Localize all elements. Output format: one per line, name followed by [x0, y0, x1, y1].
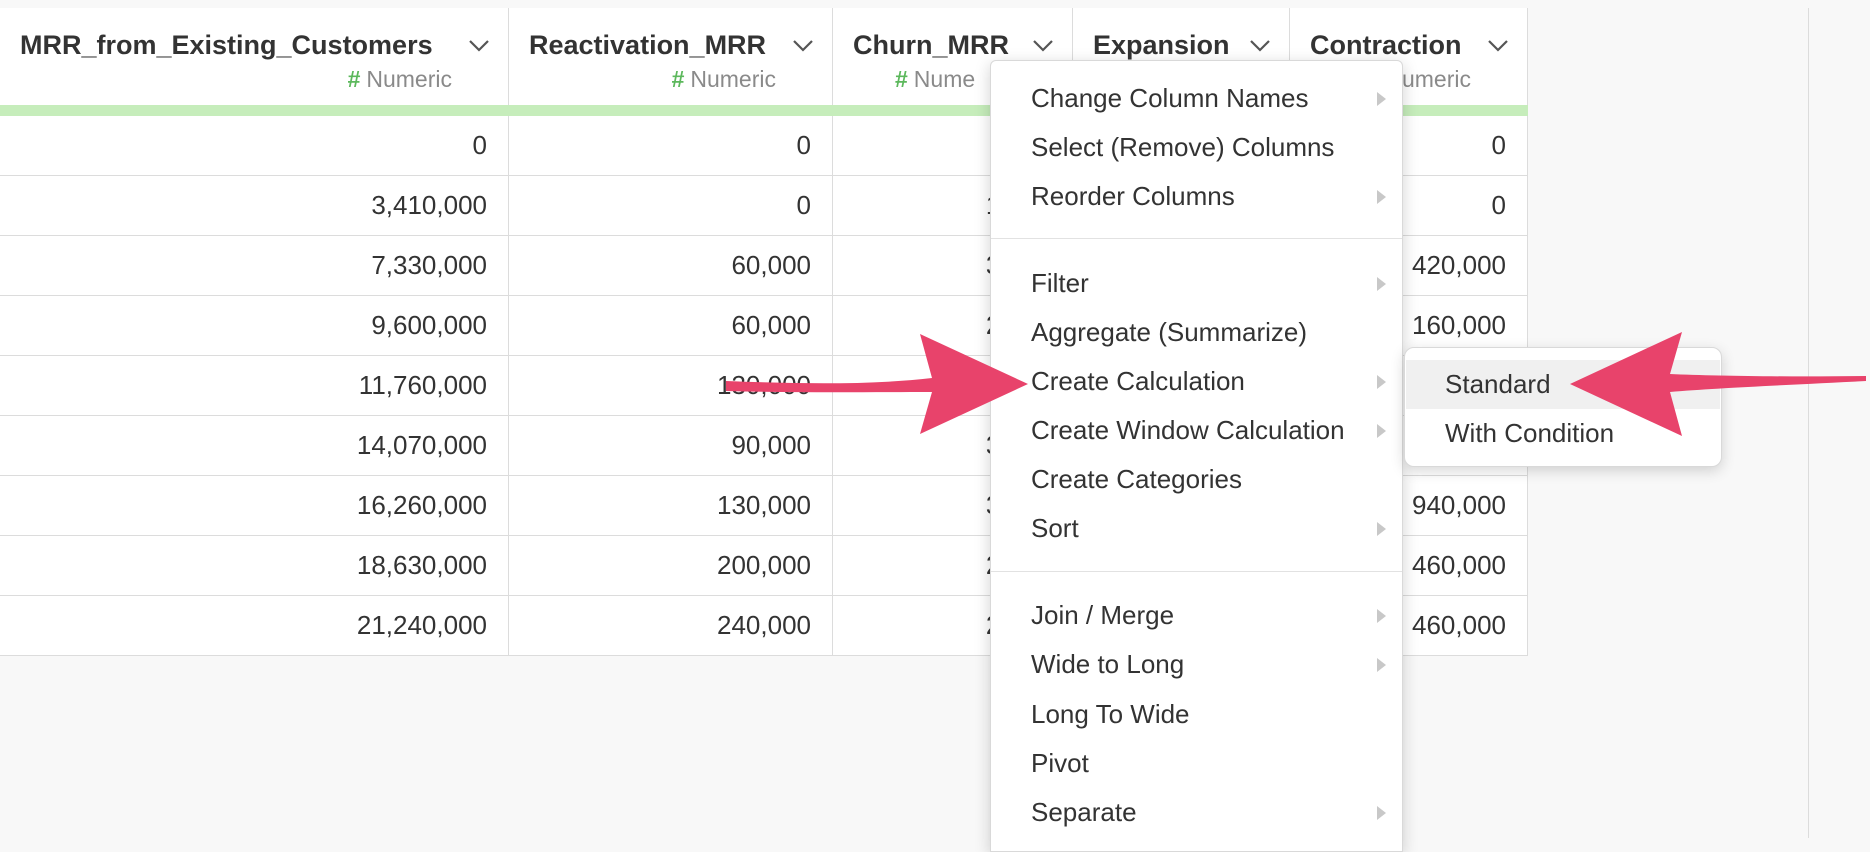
- annotation-arrow-right: [1570, 332, 1866, 436]
- annotation-layer: [726, 332, 1866, 436]
- annotation-arrow-left: [726, 334, 1028, 434]
